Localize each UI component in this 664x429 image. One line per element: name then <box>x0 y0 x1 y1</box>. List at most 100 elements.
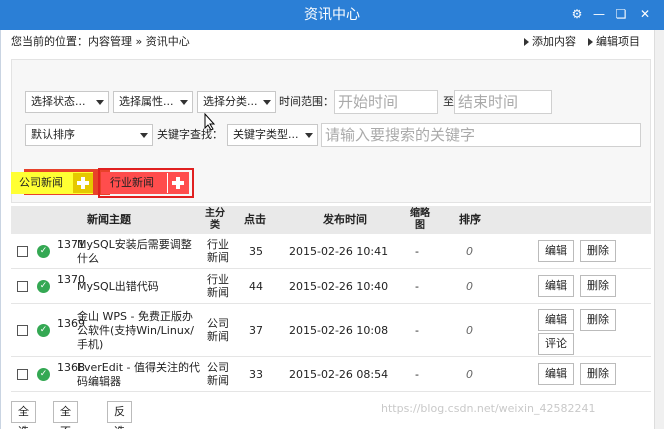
category-select-value: 选择分类... <box>203 95 258 108</box>
select-none-button[interactable]: 全不选 <box>53 401 78 429</box>
row-hits: 33 <box>249 368 263 381</box>
end-time-input[interactable] <box>454 90 552 114</box>
delete-button[interactable]: 删除 <box>580 309 616 331</box>
row-date: 2015-02-26 10:40 <box>289 280 389 293</box>
row-hits: 44 <box>249 280 263 293</box>
keyword-input[interactable] <box>321 123 641 147</box>
row-title[interactable]: MySQL出错代码 <box>77 280 201 294</box>
sort-select-value: 默认排序 <box>31 128 75 141</box>
play-icon <box>524 38 529 46</box>
start-time-input[interactable] <box>334 90 438 114</box>
add-content-button[interactable]: 添加内容 <box>524 30 576 54</box>
chevron-down-icon <box>96 100 104 105</box>
check-circle-icon: ✓ <box>37 324 50 337</box>
row-title[interactable]: EverEdit - 值得关注的代码编辑器 <box>77 361 201 389</box>
row-date: 2015-02-26 08:54 <box>289 368 389 381</box>
header-title: 新闻主题 <box>87 213 131 226</box>
to-label: 至 <box>443 95 454 108</box>
row-category: 公司新闻 <box>207 317 229 343</box>
row-thumb: - <box>415 280 419 293</box>
edit-button[interactable]: 编辑 <box>538 275 574 297</box>
row-order: 0 <box>466 245 473 258</box>
row-order: 0 <box>466 280 473 293</box>
settings-icon[interactable]: ⚙ <box>566 3 588 25</box>
row-thumb: - <box>415 368 419 381</box>
chevron-down-icon <box>263 100 271 105</box>
time-range-label: 时间范围： <box>279 95 334 108</box>
play-icon <box>588 38 593 46</box>
table-row: ✓ 1369 金山 WPS - 免费正版办公软件(支持Win/Linux/手机)… <box>11 305 651 357</box>
header-order: 排序 <box>459 213 481 226</box>
status-select-value: 选择状态... <box>31 95 86 108</box>
row-checkbox[interactable] <box>17 246 28 257</box>
delete-button[interactable]: 删除 <box>580 275 616 297</box>
chevron-down-icon <box>140 133 148 138</box>
window-title: 资讯中心 <box>304 7 360 23</box>
row-thumb: - <box>415 245 419 258</box>
close-icon[interactable]: ✕ <box>634 3 656 25</box>
row-id: 1368 <box>57 361 85 374</box>
invert-selection-button[interactable]: 反选 <box>107 401 132 429</box>
add-icon[interactable] <box>73 173 93 193</box>
minimize-icon[interactable]: — <box>588 3 610 25</box>
header-date: 发布时间 <box>323 213 367 226</box>
table-row: ✓ 1371 MySQL安装后需要调整什么 行业新闻 35 2015-02-26… <box>11 235 651 269</box>
row-hits: 37 <box>249 324 263 337</box>
table-row: ✓ 1368 EverEdit - 值得关注的代码编辑器 公司新闻 33 201… <box>11 358 651 392</box>
breadcrumb: 您当前的位置：内容管理 » 资讯中心 <box>11 35 190 48</box>
check-circle-icon: ✓ <box>37 368 50 381</box>
row-date: 2015-02-26 10:08 <box>289 324 389 337</box>
chevron-down-icon <box>180 100 188 105</box>
tab-company-news-label: 公司新闻 <box>19 176 63 189</box>
attribute-select[interactable]: 选择属性... <box>113 91 193 113</box>
watermark: https://blog.csdn.net/weixin_42582241 <box>381 402 596 415</box>
add-content-label: 添加内容 <box>532 35 576 48</box>
table-header: 新闻主题 主分类 点击 发布时间 缩略图 排序 <box>11 206 651 234</box>
attribute-select-value: 选择属性... <box>119 95 174 108</box>
tab-industry-news-label: 行业新闻 <box>110 176 154 189</box>
header-hits: 点击 <box>244 213 266 226</box>
row-order: 0 <box>466 324 473 337</box>
row-date: 2015-02-26 10:41 <box>289 245 389 258</box>
breadcrumb-bar: 您当前的位置：内容管理 » 资讯中心 添加内容 编辑项目 <box>11 30 651 54</box>
row-id: 1370 <box>57 273 85 286</box>
row-id: 1369 <box>57 317 85 330</box>
keyword-type-select-value: 关键字类型... <box>233 128 299 141</box>
row-category: 行业新闻 <box>207 238 229 264</box>
edit-button[interactable]: 编辑 <box>538 240 574 262</box>
tab-industry-news[interactable]: 行业新闻 <box>101 172 189 194</box>
main-content: 您当前的位置：内容管理 » 资讯中心 添加内容 编辑项目 选择状态... 选择属… <box>0 30 654 429</box>
row-title[interactable]: 金山 WPS - 免费正版办公软件(支持Win/Linux/手机) <box>77 310 201 352</box>
row-checkbox[interactable] <box>17 325 28 336</box>
delete-button[interactable]: 删除 <box>580 240 616 262</box>
row-id: 1371 <box>57 238 85 251</box>
row-title[interactable]: MySQL安装后需要调整什么 <box>77 238 201 266</box>
maximize-icon[interactable]: ❏ <box>610 3 632 25</box>
row-thumb: - <box>415 324 419 337</box>
row-checkbox[interactable] <box>17 281 28 292</box>
chevron-down-icon <box>305 133 313 138</box>
sort-select[interactable]: 默认排序 <box>25 124 153 146</box>
status-select[interactable]: 选择状态... <box>25 91 109 113</box>
check-circle-icon: ✓ <box>37 245 50 258</box>
row-category: 行业新闻 <box>207 273 229 299</box>
edit-button[interactable]: 编辑 <box>538 363 574 385</box>
add-icon[interactable] <box>167 173 187 193</box>
edit-button[interactable]: 编辑 <box>538 309 574 331</box>
window-titlebar: 资讯中心 ⚙ — ❏ ✕ <box>0 0 664 30</box>
select-all-button[interactable]: 全选 <box>11 401 36 429</box>
check-circle-icon: ✓ <box>37 280 50 293</box>
row-category: 公司新闻 <box>207 361 229 387</box>
vertical-scrollbar[interactable] <box>654 30 664 429</box>
category-select[interactable]: 选择分类... <box>197 91 276 113</box>
row-order: 0 <box>466 368 473 381</box>
table-row: ✓ 1370 MySQL出错代码 行业新闻 44 2015-02-26 10:4… <box>11 270 651 304</box>
edit-project-button[interactable]: 编辑项目 <box>588 30 640 54</box>
header-thumb: 缩略图 <box>410 208 430 231</box>
tab-company-news[interactable]: 公司新闻 <box>11 172 93 194</box>
keyword-type-select[interactable]: 关键字类型... <box>227 124 318 146</box>
comment-button[interactable]: 评论 <box>538 333 574 355</box>
row-hits: 35 <box>249 245 263 258</box>
delete-button[interactable]: 删除 <box>580 363 616 385</box>
row-checkbox[interactable] <box>17 369 28 380</box>
